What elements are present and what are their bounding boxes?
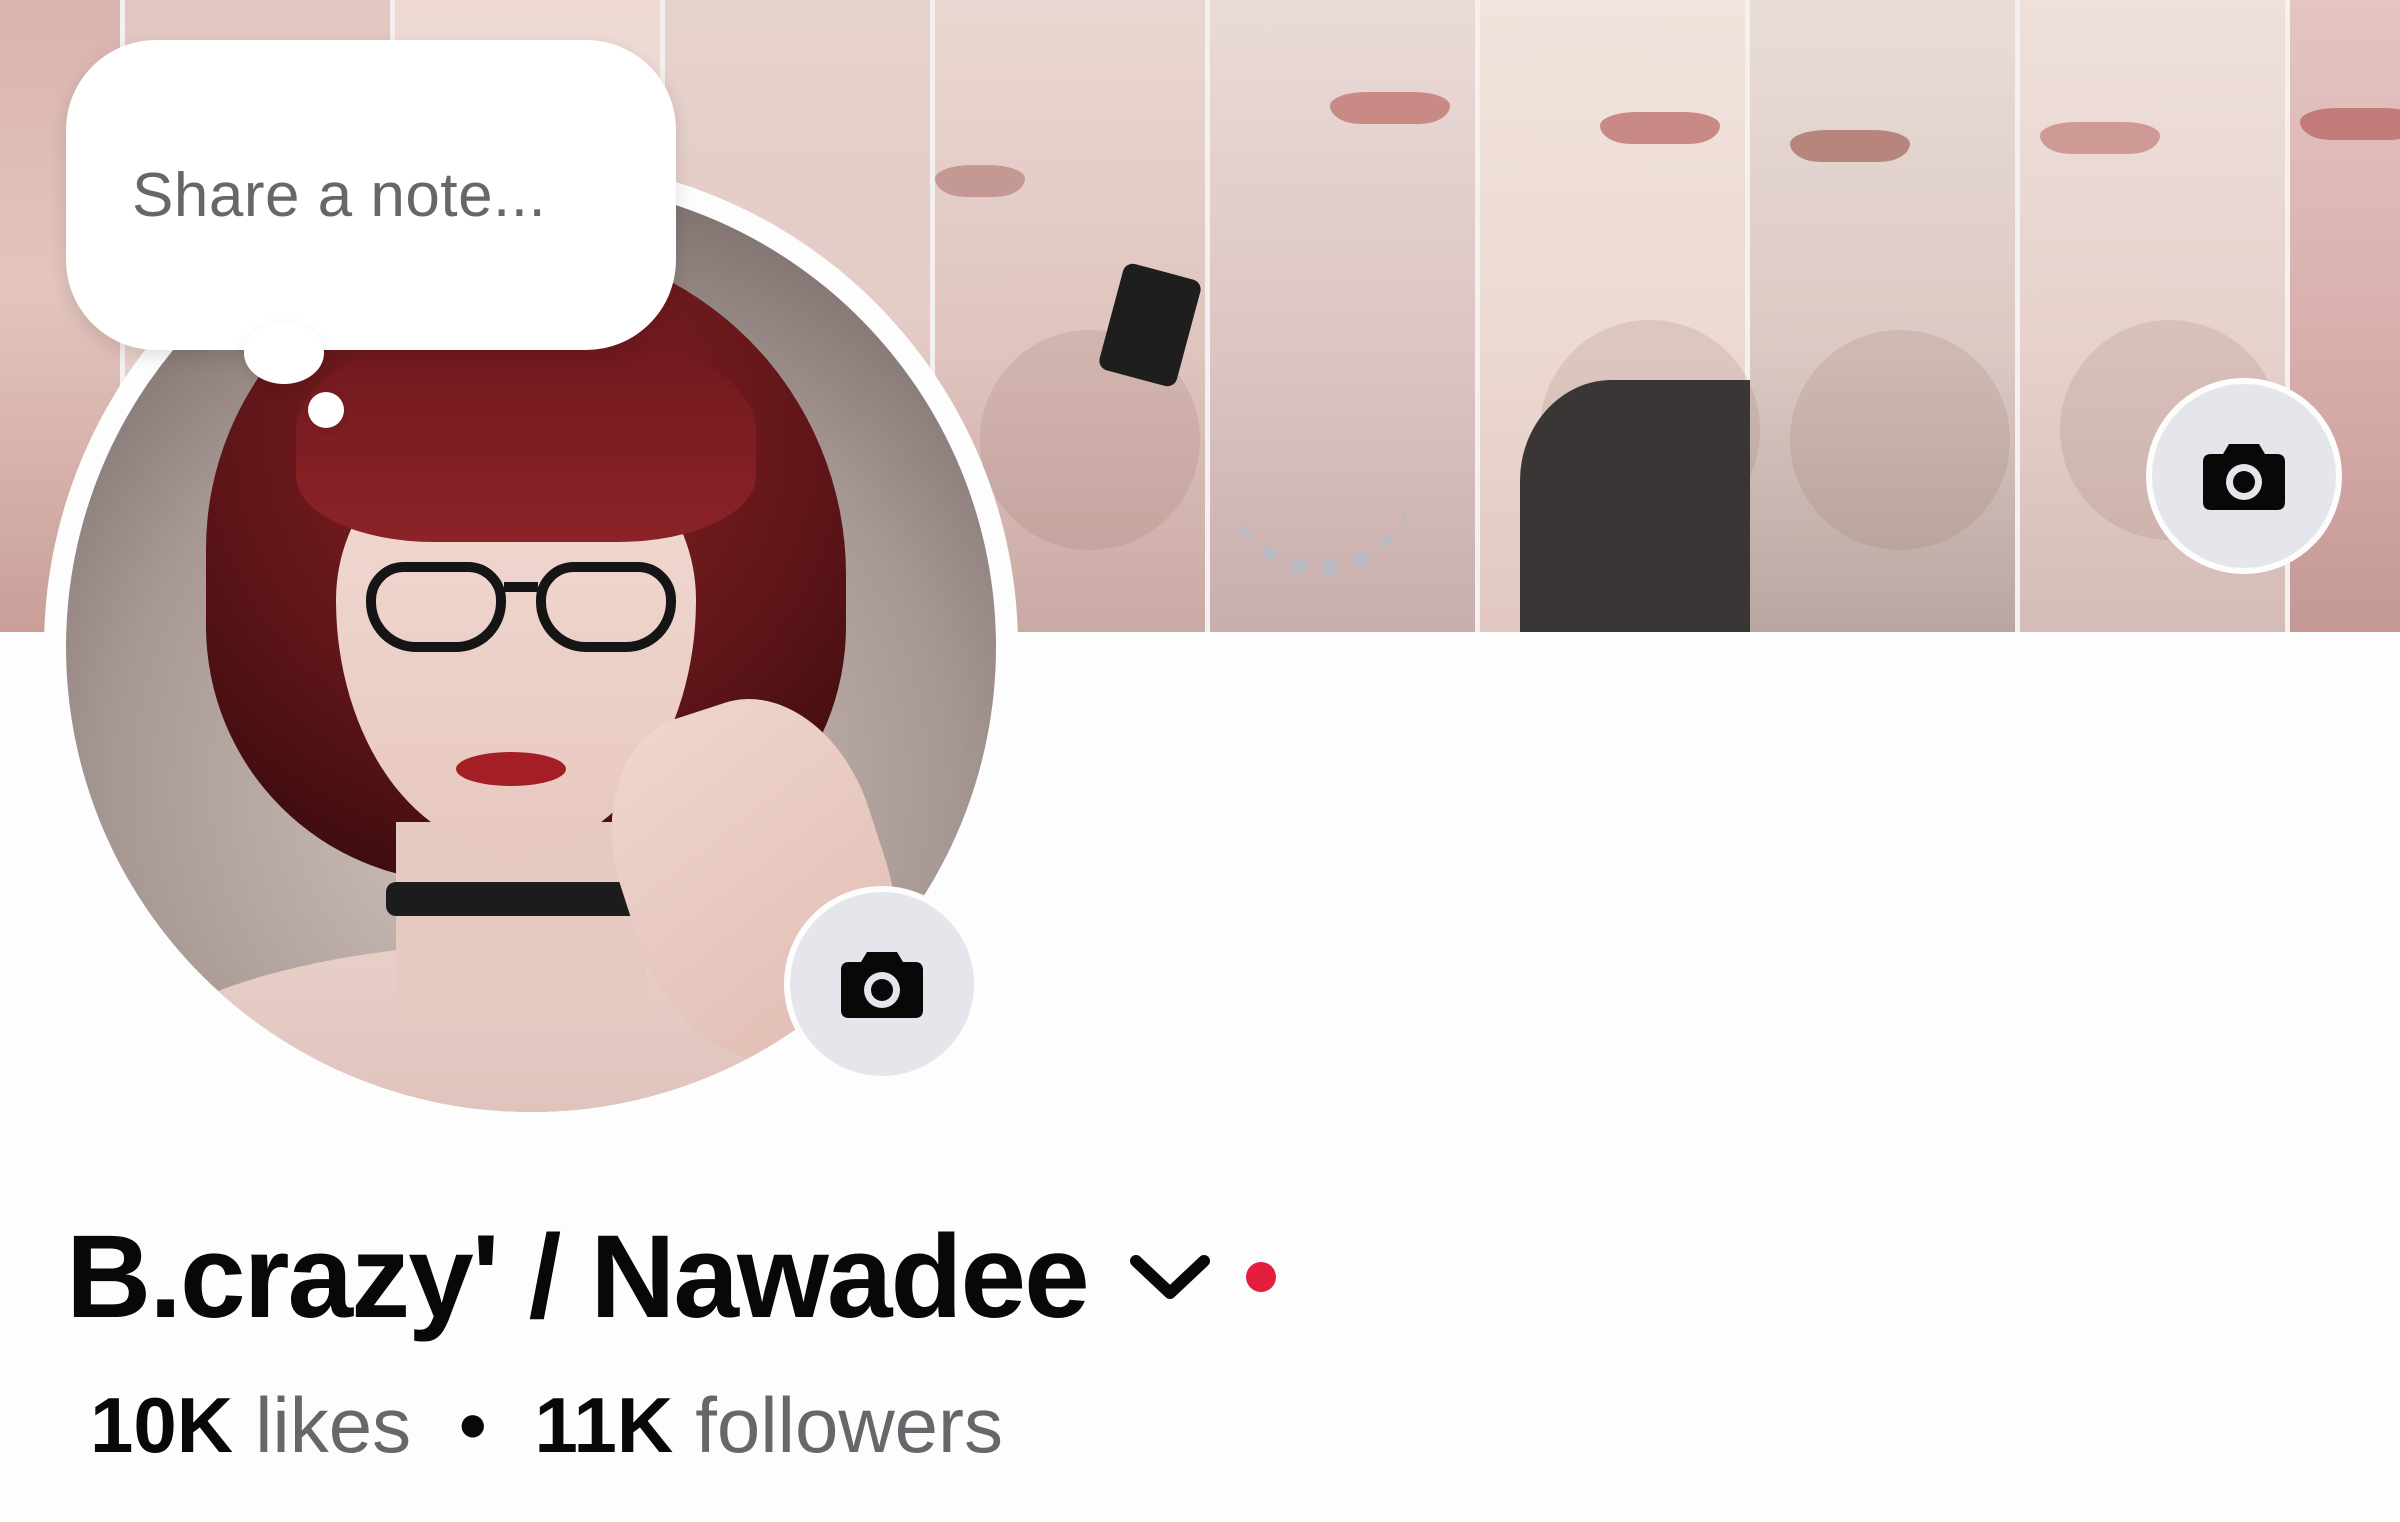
followers-label: followers — [695, 1381, 1004, 1469]
profile-name: B.crazy' / Nawadee — [66, 1211, 1090, 1343]
profile-switch-button[interactable] — [1128, 1235, 1212, 1319]
edit-profile-picture-button[interactable] — [784, 886, 980, 1082]
camera-icon — [2203, 444, 2285, 510]
note-placeholder: Share a note... — [132, 160, 547, 230]
chevron-down-icon — [1129, 1255, 1210, 1299]
note-bubble-tail-dot — [308, 392, 344, 428]
profile-stats: 10K likes • 11K followers — [90, 1380, 1003, 1471]
camera-icon — [841, 952, 923, 1018]
stats-separator: • — [459, 1381, 487, 1469]
likes-count: 10K — [90, 1381, 234, 1469]
notification-dot — [1245, 1262, 1276, 1292]
likes-stat[interactable]: 10K likes — [90, 1380, 411, 1471]
profile-page: Share a note... B.crazy' / Nawadee 10K li… — [0, 0, 2400, 1522]
share-note-bubble[interactable]: Share a note... — [66, 40, 676, 350]
profile-name-row: B.crazy' / Nawadee — [66, 1211, 1276, 1343]
edit-cover-photo-button[interactable] — [2146, 378, 2342, 574]
followers-stat[interactable]: 11K followers — [534, 1380, 1003, 1471]
likes-label: likes — [255, 1381, 412, 1469]
note-bubble-tail — [244, 322, 324, 384]
followers-count: 11K — [534, 1381, 674, 1469]
